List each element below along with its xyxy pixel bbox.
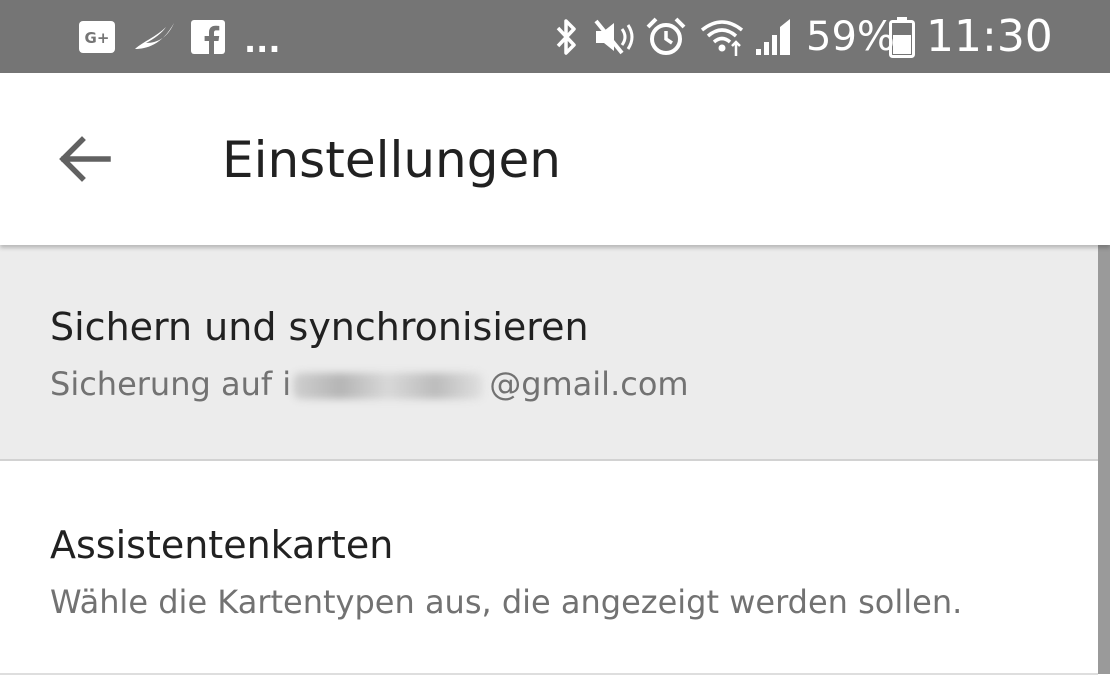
setting-subtitle: Sicherung auf i @gmail.com — [50, 365, 689, 403]
setting-backup-sync[interactable]: Sichern und synchronisieren Sicherung au… — [0, 245, 1098, 461]
back-button[interactable] — [48, 125, 124, 193]
app-bar: Einstellungen — [0, 73, 1110, 245]
svg-text:G+: G+ — [85, 29, 110, 47]
arrow-back-icon — [59, 136, 111, 182]
status-bar: G+ ... 59% 11:30 — [0, 0, 1110, 73]
setting-title: Assistentenkarten — [50, 523, 394, 567]
subtitle-email-domain: @gmail.com — [489, 365, 689, 403]
setting-assistant-cards[interactable]: Assistentenkarten Wähle die Kartentypen … — [0, 461, 1098, 675]
feather-icon — [132, 0, 178, 73]
setting-subtitle: Wähle die Kartentypen aus, die angezeigt… — [50, 583, 963, 621]
settings-list: Sichern und synchronisieren Sicherung au… — [0, 245, 1098, 675]
setting-title: Sichern und synchronisieren — [50, 305, 589, 349]
wifi-icon — [698, 0, 750, 73]
redacted-email-blur — [293, 373, 484, 399]
battery-icon — [888, 0, 916, 73]
clock-time: 11:30 — [926, 11, 1053, 62]
page-title: Einstellungen — [222, 131, 561, 189]
battery-percent: 59% — [806, 13, 895, 60]
alarm-icon — [645, 0, 687, 73]
scrollbar[interactable] — [1098, 245, 1110, 674]
mute-icon — [592, 0, 638, 73]
subtitle-prefix: Sicherung auf i — [50, 365, 292, 403]
google-plus-icon: G+ — [78, 0, 116, 73]
bluetooth-icon — [552, 0, 580, 73]
facebook-icon — [190, 0, 226, 73]
more-notifications-indicator: ... — [244, 21, 281, 60]
signal-icon — [754, 0, 794, 73]
